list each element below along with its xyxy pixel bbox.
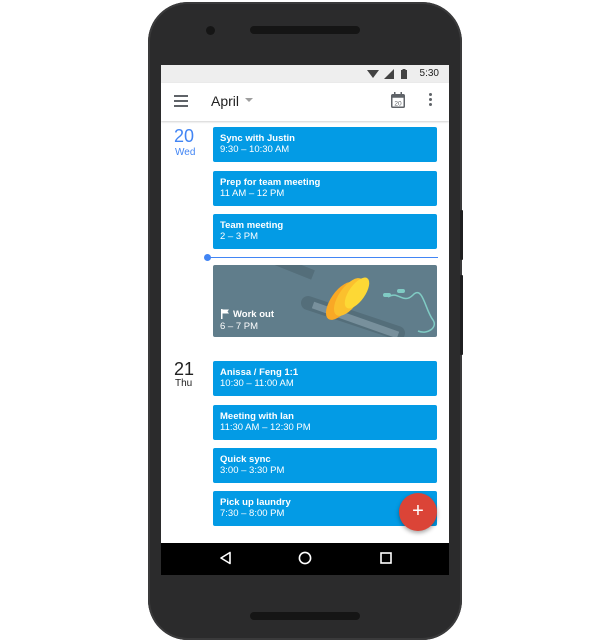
event-title: Prep for team meeting bbox=[220, 177, 321, 188]
more-vert-icon[interactable] bbox=[429, 93, 433, 109]
earpiece-speaker bbox=[250, 26, 360, 34]
day-number[interactable]: 21 bbox=[174, 359, 194, 380]
battery-icon bbox=[401, 69, 407, 79]
back-triangle-icon[interactable] bbox=[219, 551, 233, 565]
event-time: 2 – 3 PM bbox=[220, 231, 259, 242]
system-nav-bar bbox=[161, 543, 449, 575]
front-camera bbox=[206, 26, 215, 35]
flag-icon bbox=[221, 309, 229, 319]
app-bar: April 20 bbox=[161, 83, 449, 121]
today-icon-day: 20 bbox=[394, 101, 402, 108]
day-weekday: Wed bbox=[175, 147, 196, 158]
event-title: Team meeting bbox=[220, 220, 284, 231]
chevron-down-icon[interactable] bbox=[245, 98, 253, 102]
event-time: 6 – 7 PM bbox=[220, 321, 259, 332]
recents-square-icon[interactable] bbox=[379, 551, 393, 565]
event-time: 3:00 – 3:30 PM bbox=[220, 465, 285, 476]
status-time: 5:30 bbox=[419, 68, 439, 79]
add-event-fab[interactable]: + bbox=[399, 493, 437, 531]
menu-icon[interactable] bbox=[174, 95, 188, 107]
event-title: Quick sync bbox=[220, 454, 271, 465]
event-time: 9:30 – 10:30 AM bbox=[220, 144, 290, 155]
bottom-speaker bbox=[250, 612, 360, 620]
event-time: 10:30 – 11:00 AM bbox=[220, 378, 294, 389]
power-button bbox=[460, 210, 463, 260]
wifi-icon bbox=[367, 70, 379, 78]
phone-screen: 5:30 April 20 20 Wed Sync with Justin 9:… bbox=[161, 65, 449, 575]
event-card[interactable]: Quick sync 3:00 – 3:30 PM bbox=[213, 448, 437, 483]
event-title: Sync with Justin bbox=[220, 133, 295, 144]
volume-button bbox=[460, 275, 463, 355]
event-title: Meeting with Ian bbox=[220, 411, 294, 422]
home-circle-icon[interactable] bbox=[298, 551, 312, 565]
event-card[interactable]: Sync with Justin 9:30 – 10:30 AM bbox=[213, 127, 437, 162]
add-icon: + bbox=[412, 500, 424, 522]
signal-icon bbox=[384, 69, 394, 79]
event-time: 11 AM – 12 PM bbox=[220, 188, 285, 199]
event-card[interactable]: Prep for team meeting 11 AM – 12 PM bbox=[213, 171, 437, 206]
status-bar: 5:30 bbox=[161, 65, 449, 83]
event-card[interactable]: Team meeting 2 – 3 PM bbox=[213, 214, 437, 249]
event-title: Work out bbox=[233, 309, 274, 320]
event-card[interactable]: Meeting with Ian 11:30 AM – 12:30 PM bbox=[213, 405, 437, 440]
event-title: Anissa / Feng 1:1 bbox=[220, 367, 299, 378]
day-weekday: Thu bbox=[175, 378, 193, 389]
event-card[interactable]: Anissa / Feng 1:1 10:30 – 11:00 AM bbox=[213, 361, 437, 396]
calendar-today-icon[interactable]: 20 bbox=[391, 92, 405, 108]
current-time-line bbox=[208, 257, 438, 258]
day-number[interactable]: 20 bbox=[174, 126, 194, 147]
event-time: 11:30 AM – 12:30 PM bbox=[220, 422, 311, 433]
month-title[interactable]: April bbox=[211, 93, 239, 109]
workout-event-card[interactable]: Work out 6 – 7 PM bbox=[213, 265, 437, 337]
